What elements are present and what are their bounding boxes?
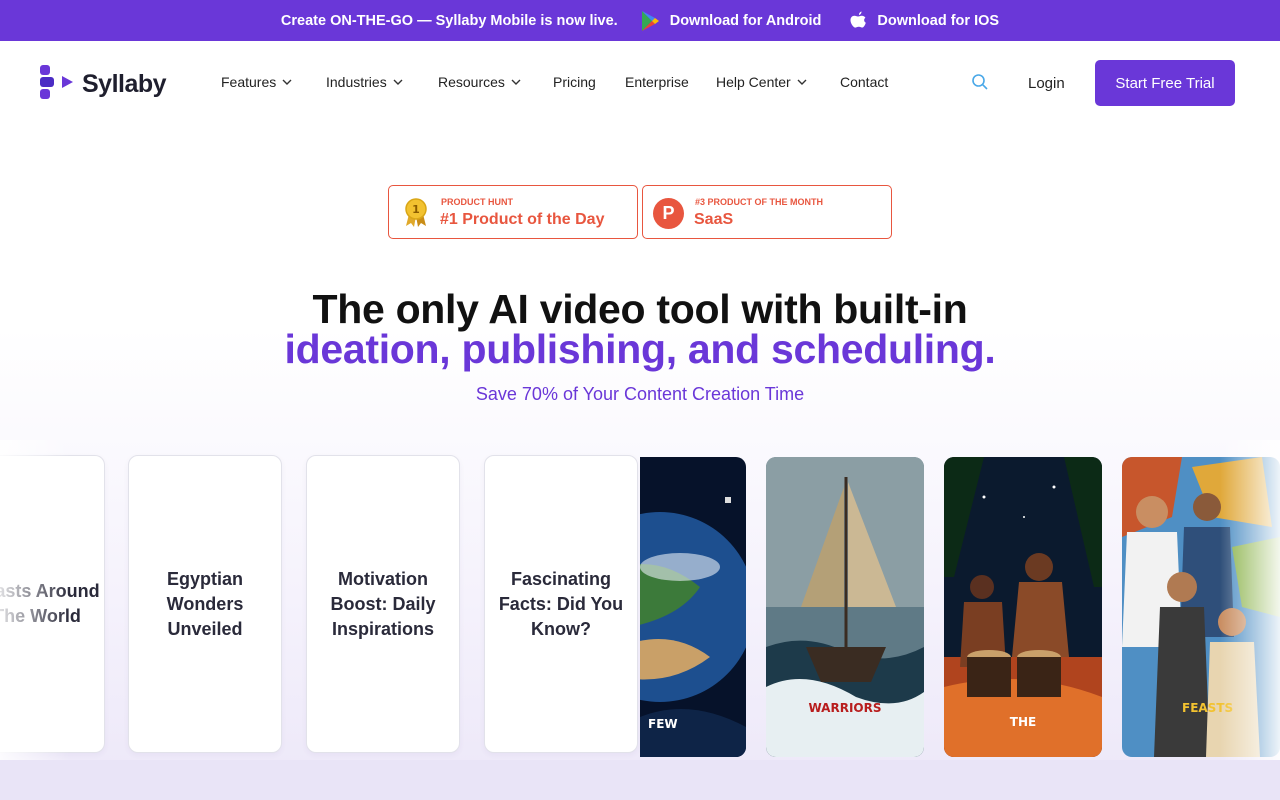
idea-card[interactable]: Egyptian Wonders Unveiled: [128, 455, 282, 753]
idea-card-title: Egyptian Wonders Unveiled: [166, 568, 244, 639]
promo-message: Create ON-THE-GO — Syllaby Mobile is now…: [280, 12, 618, 29]
promo-bar: Create ON-THE-GO — Syllaby Mobile is now…: [0, 0, 1280, 41]
nav-industries[interactable]: Industries: [326, 74, 403, 90]
chevron-down-icon: [511, 79, 521, 85]
search-icon[interactable]: [971, 73, 989, 96]
video-caption: FEW: [648, 717, 678, 731]
download-ios-link[interactable]: Download for IOS: [849, 10, 999, 32]
nav-features[interactable]: Features: [221, 74, 292, 90]
drummers-scene-image: [944, 457, 1102, 757]
idea-card[interactable]: Motivation Boost: Daily Inspirations: [306, 455, 460, 753]
section-bottom-band: [0, 760, 1280, 800]
apple-icon: [849, 10, 867, 32]
video-caption: THE: [1009, 715, 1037, 729]
medal-rank: 1: [412, 203, 420, 216]
download-android-link[interactable]: Download for Android: [640, 10, 822, 32]
video-card[interactable]: FEW: [640, 457, 746, 757]
google-play-icon: [640, 10, 660, 32]
badge-kicker: #3 PRODUCT OF THE MONTH: [695, 197, 824, 207]
hero-headline-line2: ideation, publishing, and scheduling.: [284, 326, 996, 372]
idea-card[interactable]: Fascinating Facts: Did You Know?: [484, 455, 638, 753]
nav-enterprise[interactable]: Enterprise: [625, 74, 689, 90]
nav-resources[interactable]: Resources: [438, 74, 521, 90]
syllaby-logo-icon: [40, 65, 76, 104]
nav-contact-label: Contact: [840, 74, 889, 90]
chevron-down-icon: [393, 79, 403, 85]
nav-contact[interactable]: Contact: [840, 74, 888, 90]
carousel-fade-left: [0, 440, 70, 770]
badge-title: SaaS: [694, 211, 734, 228]
download-ios-label: Download for IOS: [877, 12, 1000, 29]
download-android-label: Download for Android: [669, 12, 822, 29]
nav-industries-label: Industries: [326, 74, 387, 90]
chevron-down-icon: [282, 79, 292, 85]
nav-resources-label: Resources: [438, 74, 505, 90]
nav-pricing[interactable]: Pricing: [553, 74, 596, 90]
login-link[interactable]: Login: [1028, 75, 1065, 92]
product-hunt-icon: P: [653, 198, 684, 229]
badge-title: #1 Product of the Day: [440, 211, 605, 228]
video-caption: WARRIORS: [808, 701, 882, 715]
earth-scene-image: [640, 457, 746, 757]
video-card[interactable]: THE: [944, 457, 1102, 757]
brand-name: Syllaby: [82, 70, 167, 98]
nav-help-center[interactable]: Help Center: [716, 74, 807, 90]
product-hunt-day-badge[interactable]: 1 PRODUCT HUNT #1 Product of the Day: [388, 185, 638, 239]
main-nav: Syllaby Features Industries Resources Pr…: [0, 41, 1280, 125]
product-hunt-month-badge[interactable]: P #3 PRODUCT OF THE MONTH SaaS: [642, 185, 892, 239]
start-free-trial-button[interactable]: Start Free Trial: [1095, 60, 1235, 106]
nav-enterprise-label: Enterprise: [625, 74, 689, 90]
hero-subheadline: Save 70% of Your Content Creation Time: [475, 384, 805, 404]
video-card[interactable]: WARRIORS: [766, 457, 924, 757]
idea-card-title: Motivation Boost: Daily Inspirations: [330, 568, 436, 639]
brand-logo[interactable]: Syllaby: [40, 65, 167, 104]
idea-card-title: Fascinating Facts: Did You Know?: [498, 568, 624, 639]
nav-pricing-label: Pricing: [553, 74, 596, 90]
carousel-fade-right: [1220, 440, 1280, 770]
medal-icon: 1: [403, 198, 429, 233]
nav-features-label: Features: [221, 74, 277, 90]
chevron-down-icon: [797, 79, 807, 85]
nav-help-center-label: Help Center: [716, 74, 791, 90]
badge-kicker: PRODUCT HUNT: [441, 197, 513, 207]
